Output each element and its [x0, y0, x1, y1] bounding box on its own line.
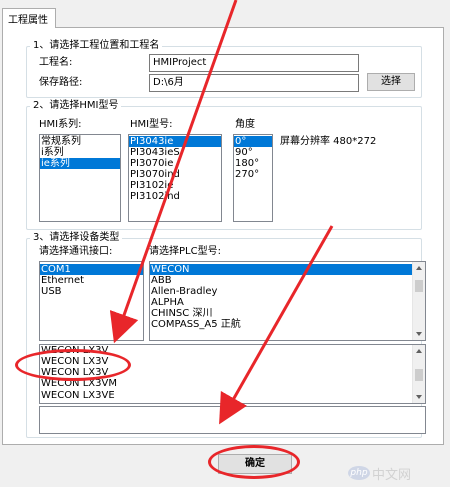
annotation-circle-ok	[208, 445, 300, 479]
watermark-text: 中文网	[372, 468, 412, 483]
watermark-badge: php	[348, 466, 370, 480]
annotation-arrows	[109, 0, 334, 425]
arrow-to-submodel	[219, 225, 334, 425]
annotation-circle-submodel	[15, 349, 131, 381]
tab-project-properties[interactable]: 工程属性	[2, 8, 56, 28]
arrow-to-port	[109, 0, 238, 344]
